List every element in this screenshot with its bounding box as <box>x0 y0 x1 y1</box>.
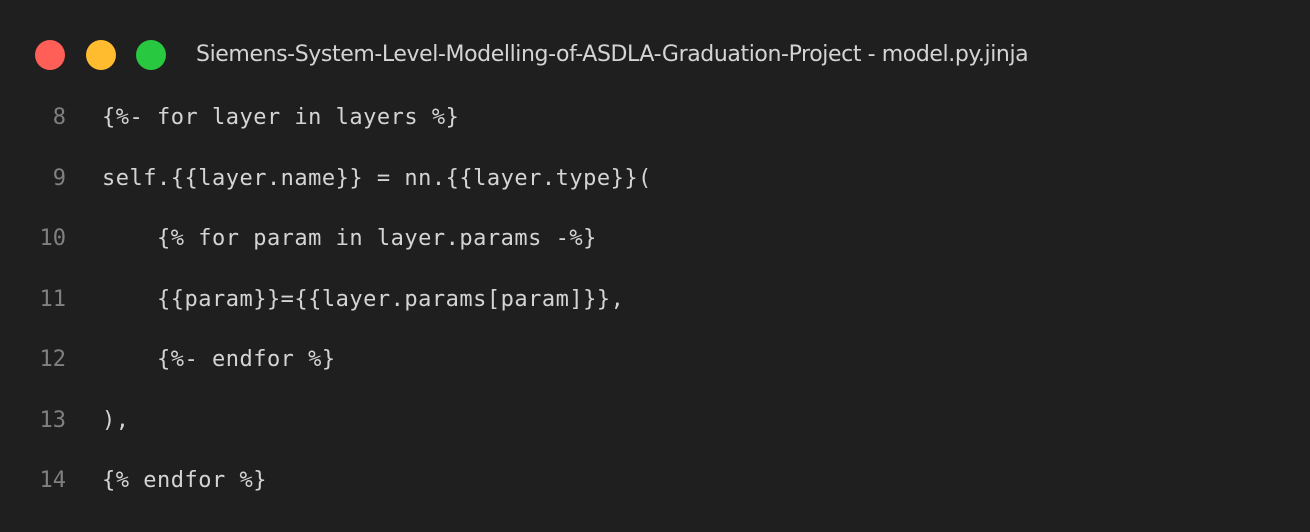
title-bar: Siemens-System-Level-Modelling-of-ASDLA-… <box>0 0 1310 90</box>
code-line: 8 {%- for layer in layers %} <box>0 88 1310 149</box>
minimize-window-button[interactable] <box>86 40 116 70</box>
zoom-window-button[interactable] <box>136 40 166 70</box>
line-number: 8 <box>52 105 66 130</box>
line-number: 13 <box>39 407 67 433</box>
line-number: 9 <box>52 165 66 191</box>
code-text[interactable]: {% endfor %} <box>102 466 267 496</box>
code-text[interactable]: {% for param in layer.params -%} <box>102 224 597 254</box>
window-title: Siemens-System-Level-Modelling-of-ASDLA-… <box>196 42 1029 67</box>
close-window-button[interactable] <box>35 40 65 70</box>
code-window: Siemens-System-Level-Modelling-of-ASDLA-… <box>0 0 1310 532</box>
code-text[interactable]: {%- endfor %} <box>102 345 336 375</box>
line-number: 11 <box>39 286 67 312</box>
code-text[interactable]: ), <box>102 406 130 436</box>
code-text[interactable]: self.{{layer.name}} = nn.{{layer.type}}( <box>102 164 652 194</box>
code-editor[interactable]: 8 {%- for layer in layers %} 9 self.{{la… <box>0 88 1310 512</box>
line-number: 12 <box>39 347 67 372</box>
code-text[interactable]: {%- for layer in layers %} <box>102 103 459 133</box>
code-line: 13 ), <box>0 391 1310 452</box>
code-line: 14 {% endfor %} <box>0 451 1310 512</box>
code-line: 10 {% for param in layer.params -%} <box>0 209 1310 270</box>
line-number: 14 <box>39 468 67 493</box>
line-number: 10 <box>39 226 67 251</box>
code-line: 11 {{param}}={{layer.params[param]}}, <box>0 270 1310 331</box>
code-line: 9 self.{{layer.name}} = nn.{{layer.type}… <box>0 149 1310 210</box>
code-line: 12 {%- endfor %} <box>0 330 1310 391</box>
code-text[interactable]: {{param}}={{layer.params[param]}}, <box>102 285 624 315</box>
